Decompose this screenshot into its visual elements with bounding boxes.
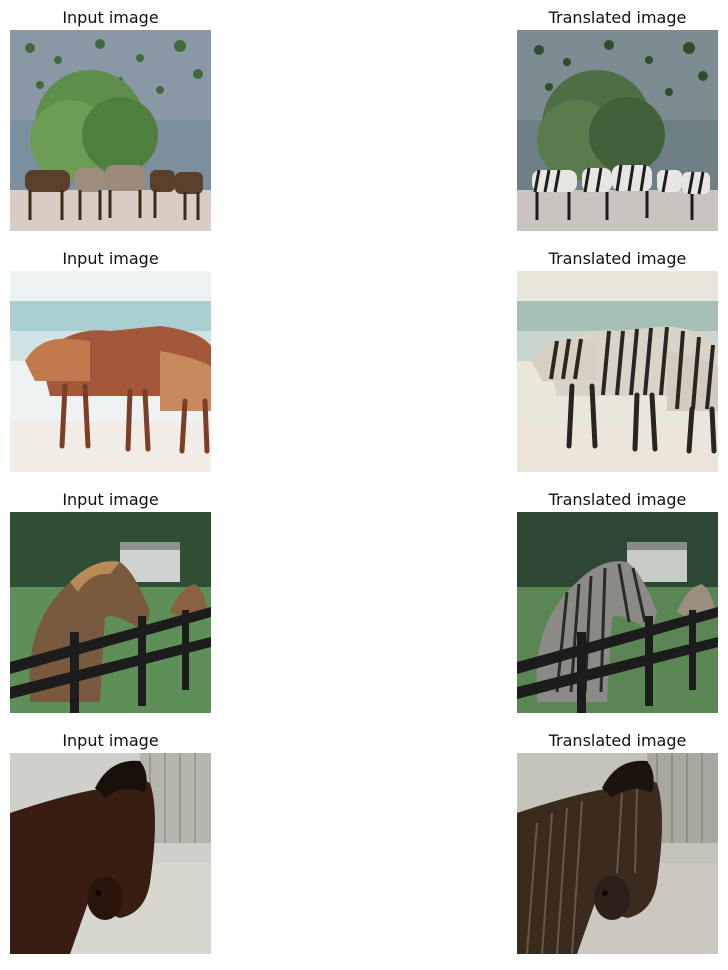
translated-image-title: Translated image	[548, 8, 687, 27]
image-pair-row-2: Input image Translated image	[0, 247, 728, 488]
translated-image-title: Translated image	[548, 490, 687, 509]
input-panel: Input image	[10, 6, 211, 231]
input-image-horses-fence	[10, 512, 211, 713]
translated-image-zebras-hillside	[517, 30, 718, 231]
input-image-dark-horse	[10, 753, 211, 954]
input-panel: Input image	[10, 729, 211, 954]
input-image-title: Input image	[62, 249, 159, 268]
image-pair-row-1: Input image Translated image	[0, 6, 728, 247]
translated-image-title: Translated image	[548, 731, 687, 750]
output-panel: Translated image	[517, 6, 718, 231]
input-panel: Input image	[10, 488, 211, 713]
input-image-horses-beach	[10, 271, 211, 472]
translated-image-dark-zebra	[517, 753, 718, 954]
image-pair-row-4: Input image Translated image	[0, 729, 728, 970]
output-panel: Translated image	[517, 729, 718, 954]
input-panel: Input image	[10, 247, 211, 472]
output-panel: Translated image	[517, 247, 718, 472]
translated-image-zebras-beach	[517, 271, 718, 472]
input-image-title: Input image	[62, 490, 159, 509]
input-image-title: Input image	[62, 731, 159, 750]
translated-image-zebras-fence	[517, 512, 718, 713]
image-pair-row-3: Input image Translated image	[0, 488, 728, 729]
output-panel: Translated image	[517, 488, 718, 713]
input-image-horses-hillside	[10, 30, 211, 231]
input-image-title: Input image	[62, 8, 159, 27]
translated-image-title: Translated image	[548, 249, 687, 268]
